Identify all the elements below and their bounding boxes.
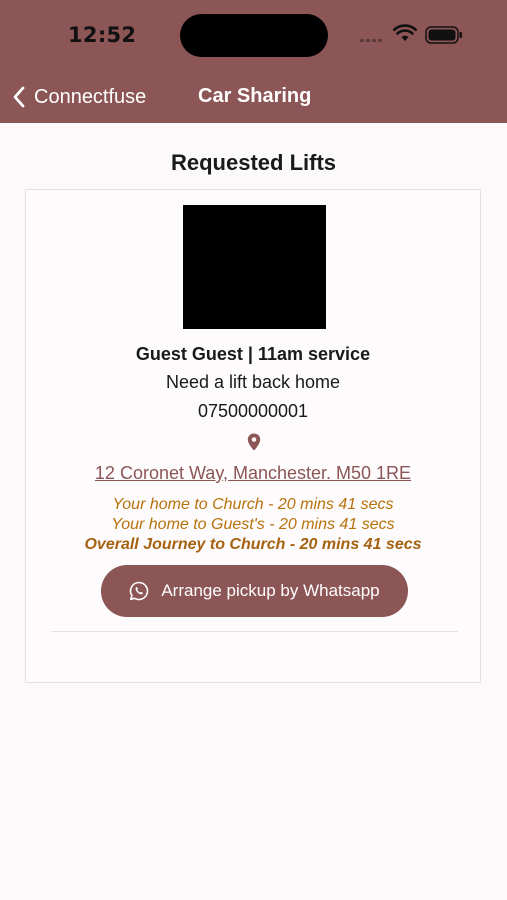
journey-home-to-church: Your home to Church - 20 mins 41 secs	[112, 496, 394, 513]
status-time: 12:52	[68, 23, 137, 47]
battery-icon	[425, 26, 462, 44]
chevron-left-icon	[13, 86, 25, 108]
guest-name: Guest Guest | 11am service	[135, 344, 371, 364]
journey-home-to-guest: Your home to Guest's - 20 mins 41 secs	[111, 516, 395, 533]
guest-photo	[183, 205, 326, 329]
address-link[interactable]: 12 Coronet Way, Manchester. M50 1RE	[26, 463, 480, 484]
cellular-signal-icon	[360, 35, 386, 45]
lift-request-card: Guest Guest | 11am service Need a lift b…	[25, 189, 481, 683]
nav-title: Car Sharing	[198, 85, 312, 107]
journey-overall: Overall Journey to Church - 20 mins 41 s…	[84, 536, 422, 553]
guest-phone: 07500000001	[197, 401, 309, 421]
dynamic-island	[180, 14, 328, 57]
whatsapp-button-label: Arrange pickup by Whatsapp	[161, 581, 380, 600]
app-header: 12:52 Connectfuse Car Sharing	[0, 0, 507, 123]
back-button[interactable]: Connectfuse	[12, 82, 146, 112]
back-label: Connectfuse	[34, 85, 147, 108]
wifi-icon	[393, 24, 417, 41]
page-title: Requested Lifts	[170, 150, 337, 175]
whatsapp-pickup-button[interactable]: Arrange pickup by Whatsapp	[101, 565, 408, 617]
map-pin-icon	[247, 433, 261, 451]
card-divider	[51, 631, 458, 632]
whatsapp-icon	[130, 581, 149, 601]
request-note: Need a lift back home	[165, 372, 341, 392]
